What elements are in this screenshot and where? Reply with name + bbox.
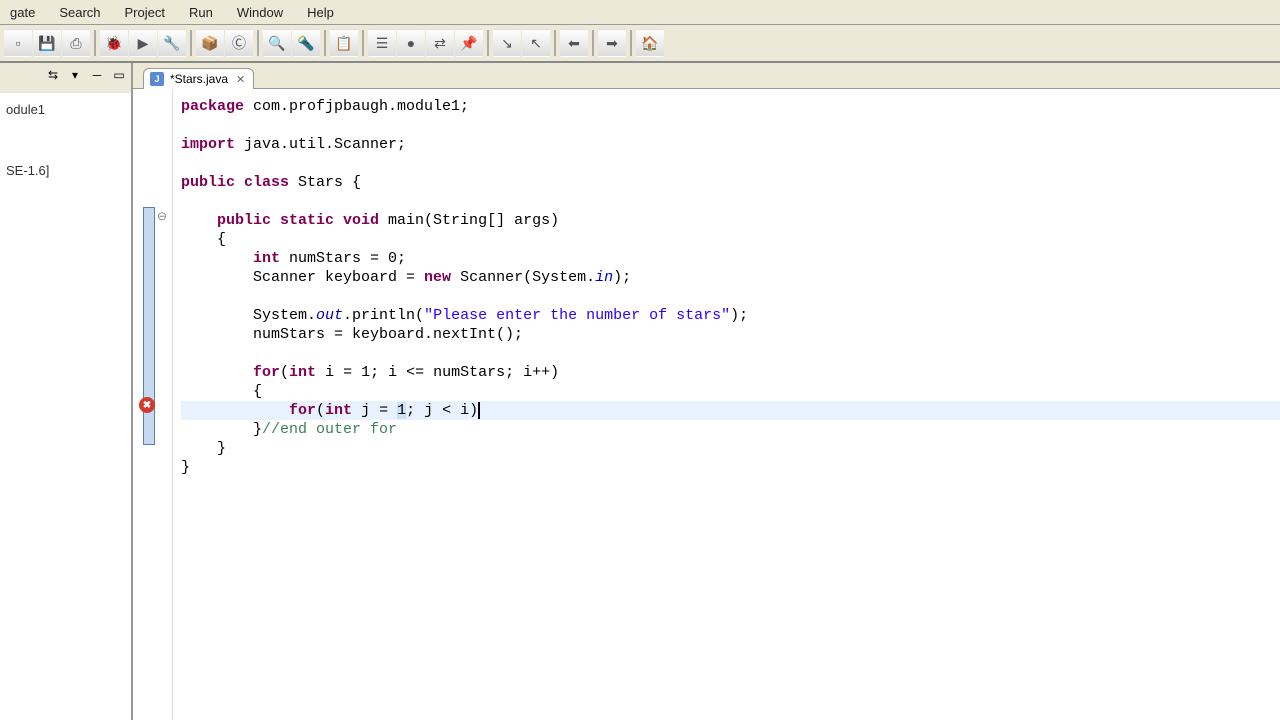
external-tools-icon[interactable]: 🔧 [158, 29, 186, 57]
code-text: ; j < i) [406, 402, 478, 419]
run-icon[interactable]: ▶ [129, 29, 157, 57]
new-package-icon[interactable]: 📦 [196, 29, 224, 57]
code-text: numStars = keyboard.nextInt(); [181, 326, 523, 343]
code-text: 1 [397, 402, 406, 419]
java-file-icon: J [150, 72, 164, 86]
menu-run[interactable]: Run [183, 3, 219, 22]
menu-window[interactable]: Window [231, 3, 289, 22]
code-text: java.util.Scanner; [235, 136, 406, 153]
home-icon[interactable]: 🏠 [636, 29, 664, 57]
error-marker-icon[interactable]: ✖ [139, 397, 155, 413]
pin-icon[interactable]: 📌 [455, 29, 483, 57]
menu-search[interactable]: Search [53, 3, 106, 22]
code-text: void [334, 212, 379, 229]
code-text: int [289, 364, 316, 381]
separator [190, 30, 192, 56]
tree-item-jre[interactable]: SE-1.6] [4, 160, 127, 181]
code-text: package [181, 98, 244, 115]
breakpoints-icon[interactable]: ● [397, 29, 425, 57]
code-text: static [271, 212, 334, 229]
code-text: "Please enter the number of stars" [424, 307, 730, 324]
separator [324, 30, 326, 56]
code-editor[interactable]: package com.profjpbaugh.module1; import … [173, 89, 1280, 720]
menu-navigate[interactable]: gate [4, 3, 41, 22]
code-text: .println( [343, 307, 424, 324]
separator [630, 30, 632, 56]
toolbar: ▫ 💾 ⎙ 🐞 ▶ 🔧 📦 Ⓒ 🔍 🔦 📋 ☰ ● ⇄ 📌 ↘ ↖ ⬅ ➡ 🏠 [0, 25, 1280, 63]
package-tree[interactable]: odule1 SE-1.6] [0, 93, 131, 187]
separator [362, 30, 364, 56]
new-icon[interactable]: ▫ [4, 29, 32, 57]
separator [257, 30, 259, 56]
code-text: numStars = 0; [280, 250, 406, 267]
menu-bar: gate Search Project Run Window Help [0, 0, 1280, 25]
menu-help[interactable]: Help [301, 3, 340, 22]
separator [592, 30, 594, 56]
code-text: ( [280, 364, 289, 381]
code-text: j = [352, 402, 397, 419]
code-text: new [424, 269, 451, 286]
code-text: System. [181, 307, 316, 324]
code-text: class [235, 174, 289, 191]
sidebar-header: ⇆ ▾ ─ ▭ [0, 63, 131, 93]
outline-icon[interactable]: ☰ [368, 29, 396, 57]
search-icon[interactable]: 🔦 [292, 29, 320, 57]
back-icon[interactable]: ⬅ [560, 29, 588, 57]
code-text: com.profjpbaugh.module1; [244, 98, 469, 115]
next-annotation-icon[interactable]: ↘ [493, 29, 521, 57]
prev-annotation-icon[interactable]: ↖ [522, 29, 550, 57]
gutter[interactable]: ⊖ ✖ [133, 89, 173, 720]
tree-item-module[interactable]: odule1 [4, 99, 127, 120]
code-text: ); [613, 269, 631, 286]
code-text: Stars { [289, 174, 361, 191]
code-text: { [181, 231, 226, 248]
package-explorer: ⇆ ▾ ─ ▭ odule1 SE-1.6] [0, 63, 133, 720]
code-text: out [316, 307, 343, 324]
minimize-icon[interactable]: ─ [89, 67, 105, 83]
tab-stars-java[interactable]: J *Stars.java ✕ [143, 68, 254, 89]
text-caret [478, 402, 480, 419]
editor-area: J *Stars.java ✕ ⊖ ✖ package com.profjpba… [133, 63, 1280, 720]
open-type-icon[interactable]: 🔍 [263, 29, 291, 57]
code-text: i = 1; i <= numStars; i++) [316, 364, 559, 381]
maximize-icon[interactable]: ▭ [111, 67, 127, 83]
task-icon[interactable]: 📋 [330, 29, 358, 57]
code-text: main(String[] args) [379, 212, 559, 229]
code-text: } [181, 440, 226, 457]
editor-body: ⊖ ✖ package com.profjpbaugh.module1; imp… [133, 89, 1280, 720]
code-text: ); [730, 307, 748, 324]
forward-icon[interactable]: ➡ [598, 29, 626, 57]
code-text: ( [316, 402, 325, 419]
code-text: } [181, 421, 262, 438]
save-icon[interactable]: 💾 [33, 29, 61, 57]
menu-project[interactable]: Project [119, 3, 171, 22]
close-icon[interactable]: ✕ [236, 73, 245, 86]
code-text: in [595, 269, 613, 286]
code-text: { [181, 383, 262, 400]
code-text: //end outer for [262, 421, 397, 438]
code-text: public [181, 212, 271, 229]
code-text: import [181, 136, 235, 153]
separator [554, 30, 556, 56]
code-text: Scanner keyboard = [181, 269, 424, 286]
code-text: for [181, 402, 316, 419]
separator [94, 30, 96, 56]
code-text: int [325, 402, 352, 419]
print-icon[interactable]: ⎙ [62, 29, 90, 57]
work-area: ⇆ ▾ ─ ▭ odule1 SE-1.6] J *Stars.java ✕ ⊖… [0, 63, 1280, 720]
code-text: public [181, 174, 235, 191]
debug-icon[interactable]: 🐞 [100, 29, 128, 57]
code-text: for [181, 364, 280, 381]
code-text: Scanner(System. [451, 269, 595, 286]
tab-label: *Stars.java [170, 72, 228, 86]
fold-toggle-icon[interactable]: ⊖ [157, 209, 167, 223]
separator [487, 30, 489, 56]
code-text: int [181, 250, 280, 267]
code-text: } [181, 459, 190, 476]
view-menu-icon[interactable]: ▾ [67, 67, 83, 83]
toggle-icon[interactable]: ⇄ [426, 29, 454, 57]
new-class-icon[interactable]: Ⓒ [225, 29, 253, 57]
tab-bar: J *Stars.java ✕ [133, 63, 1280, 89]
link-icon[interactable]: ⇆ [45, 67, 61, 83]
